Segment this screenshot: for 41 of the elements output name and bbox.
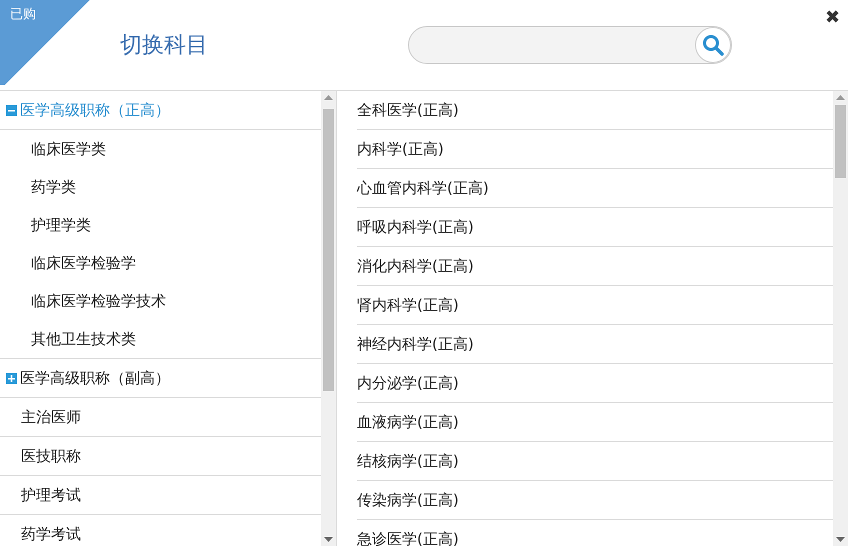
- subject-item[interactable]: 血液病学(正高): [357, 403, 833, 442]
- subcategory-item[interactable]: 临床医学检验学: [0, 244, 321, 282]
- category-item[interactable]: 医学高级职称（正高）: [0, 91, 321, 130]
- category-label: 主治医师: [21, 408, 81, 426]
- scrollbar[interactable]: [833, 91, 848, 546]
- subcategory-item[interactable]: 护理学类: [0, 206, 321, 244]
- collapse-icon[interactable]: [6, 104, 17, 116]
- subject-item[interactable]: 结核病学(正高): [357, 442, 833, 481]
- category-label: 医学高级职称（正高）: [20, 100, 170, 120]
- close-button[interactable]: ✖: [825, 6, 840, 28]
- subcategory-item[interactable]: 临床医学类: [0, 130, 321, 168]
- scroll-down-icon[interactable]: [324, 537, 333, 542]
- category-label: 医学高级职称（副高）: [20, 368, 170, 388]
- subject-item[interactable]: 消化内科学(正高): [357, 247, 833, 286]
- scroll-thumb[interactable]: [323, 109, 334, 391]
- subject-item[interactable]: 内科学(正高): [357, 130, 833, 169]
- subcategory-item[interactable]: 临床医学检验学技术: [0, 282, 321, 320]
- scroll-thumb[interactable]: [835, 105, 846, 178]
- page-title: 切换科目: [120, 32, 209, 60]
- subject-item[interactable]: 内分泌学(正高): [357, 364, 833, 403]
- subject-item[interactable]: 全科医学(正高): [357, 91, 833, 130]
- category-label: 护理考试: [21, 486, 81, 504]
- scroll-up-icon[interactable]: [324, 95, 333, 100]
- expand-icon[interactable]: [6, 372, 17, 384]
- subcategory-item[interactable]: 药学类: [0, 168, 321, 206]
- purchased-label: 已购: [10, 6, 36, 23]
- subject-item[interactable]: 心血管内科学(正高): [357, 169, 833, 208]
- subcategory-item[interactable]: 其他卫生技术类: [0, 320, 321, 358]
- search-field[interactable]: [408, 26, 732, 64]
- subject-item[interactable]: 神经内科学(正高): [357, 325, 833, 364]
- subject-item[interactable]: 肾内科学(正高): [357, 286, 833, 325]
- subject-item[interactable]: 传染病学(正高): [357, 481, 833, 520]
- category-item[interactable]: 医学高级职称（副高）: [0, 359, 321, 398]
- scroll-down-icon[interactable]: [836, 537, 845, 542]
- category-label: 药学考试: [21, 524, 81, 544]
- subject-item[interactable]: 呼吸内科学(正高): [357, 208, 833, 247]
- search-icon: [702, 34, 724, 56]
- scroll-up-icon[interactable]: [836, 95, 845, 100]
- search-button[interactable]: [695, 27, 731, 63]
- scrollbar[interactable]: [321, 91, 336, 546]
- category-label: 医技职称: [21, 446, 81, 466]
